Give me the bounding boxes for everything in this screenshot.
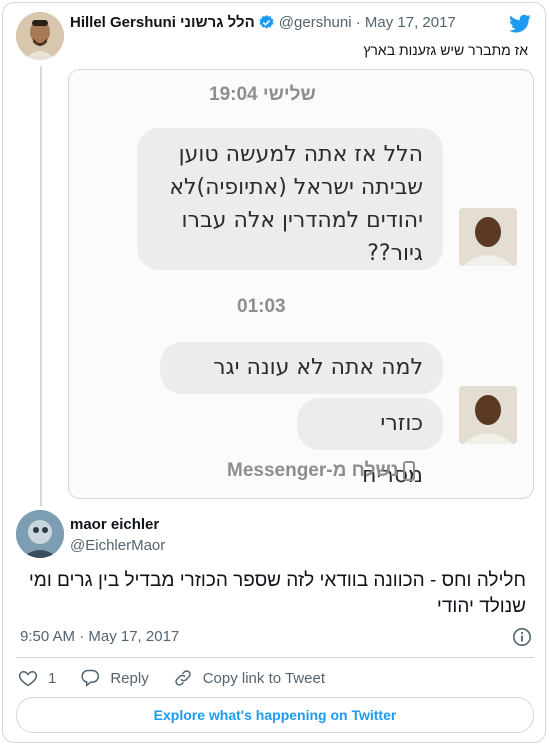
message-bubble-3: כוזרי מסריח xyxy=(297,398,443,488)
heart-icon xyxy=(18,670,38,687)
sender-photo xyxy=(459,208,517,266)
media-day-header: שלישי 19:04 xyxy=(209,84,316,105)
sender-photo xyxy=(459,386,517,444)
sent-via-label: נשלח מ-Messenger xyxy=(227,460,399,481)
copy-link-label: Copy link to Tweet xyxy=(202,669,325,687)
author-handle-date[interactable]: @gershuni · May 17, 2017 xyxy=(279,14,456,31)
divider xyxy=(16,657,534,658)
tweet-media-image[interactable]: שלישי 19:04 הלל אז אתה למעשה טוען שביתה … xyxy=(68,69,534,499)
message-bubble-2: למה אתה לא עונה יגר שוני xyxy=(160,342,443,432)
phone-icon xyxy=(402,461,415,481)
verified-badge-icon xyxy=(258,14,275,31)
media-time-stamp: 01:03 xyxy=(237,296,286,317)
action-bar: 1 Reply Copy link to Tweet xyxy=(18,668,349,688)
info-icon[interactable] xyxy=(512,627,532,647)
like-button[interactable]: 1 xyxy=(18,668,56,688)
copy-link-button[interactable]: Copy link to Tweet xyxy=(173,668,325,688)
author-name-row: Hillel Gershuni הלל גרשוני @gershuni · M… xyxy=(70,14,456,31)
sent-via-messenger: נשלח מ-Messenger xyxy=(227,460,415,482)
link-icon xyxy=(174,670,191,686)
author-avatar[interactable] xyxy=(16,12,64,60)
message-bubble-1: הלל אז אתה למעשה טוען שביתה ישראל (אתיופ… xyxy=(137,128,443,270)
reply-tweet-text: חלילה וחס - הכוונה בוודאי לזה שספר הכוזר… xyxy=(28,570,526,617)
thread-connector-line xyxy=(40,66,42,506)
tweet-text: אז מתברר שיש גזענות בארץ xyxy=(363,42,528,58)
reply-author-name[interactable]: maor eichler xyxy=(70,516,159,533)
explore-twitter-button[interactable]: Explore what's happening on Twitter xyxy=(16,697,534,733)
reply-icon xyxy=(81,669,100,688)
reply-button[interactable]: Reply xyxy=(80,668,149,688)
twitter-bird-icon[interactable] xyxy=(508,12,532,36)
reply-timestamp[interactable]: 9:50 AM · May 17, 2017 xyxy=(20,628,179,645)
like-count: 1 xyxy=(48,669,57,687)
reply-author-avatar[interactable] xyxy=(16,510,64,558)
reply-author-handle[interactable]: @EichlerMaor xyxy=(70,537,165,554)
reply-label: Reply xyxy=(110,669,149,687)
author-display-name[interactable]: Hillel Gershuni הלל גרשוני xyxy=(70,14,255,31)
